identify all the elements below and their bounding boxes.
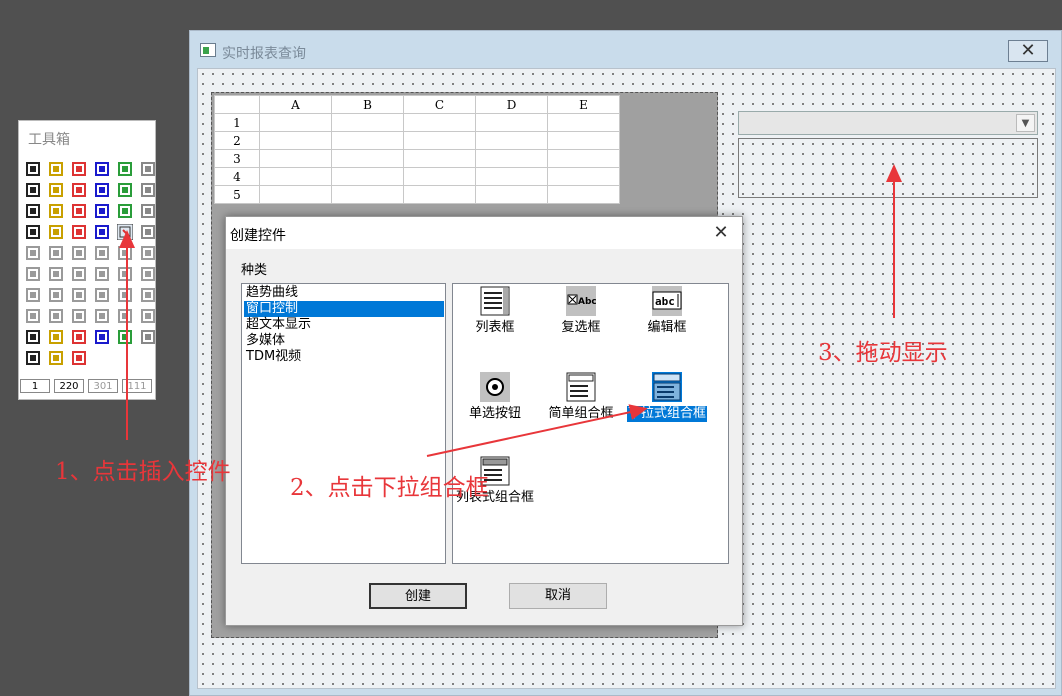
annotation-step1: 1、点击插入控件 <box>55 459 231 485</box>
arrow-step2 <box>426 404 648 457</box>
annotation-step2: 2、点击下拉组合框 <box>290 475 489 501</box>
annotation-step3: 3、拖动显示 <box>818 340 948 366</box>
